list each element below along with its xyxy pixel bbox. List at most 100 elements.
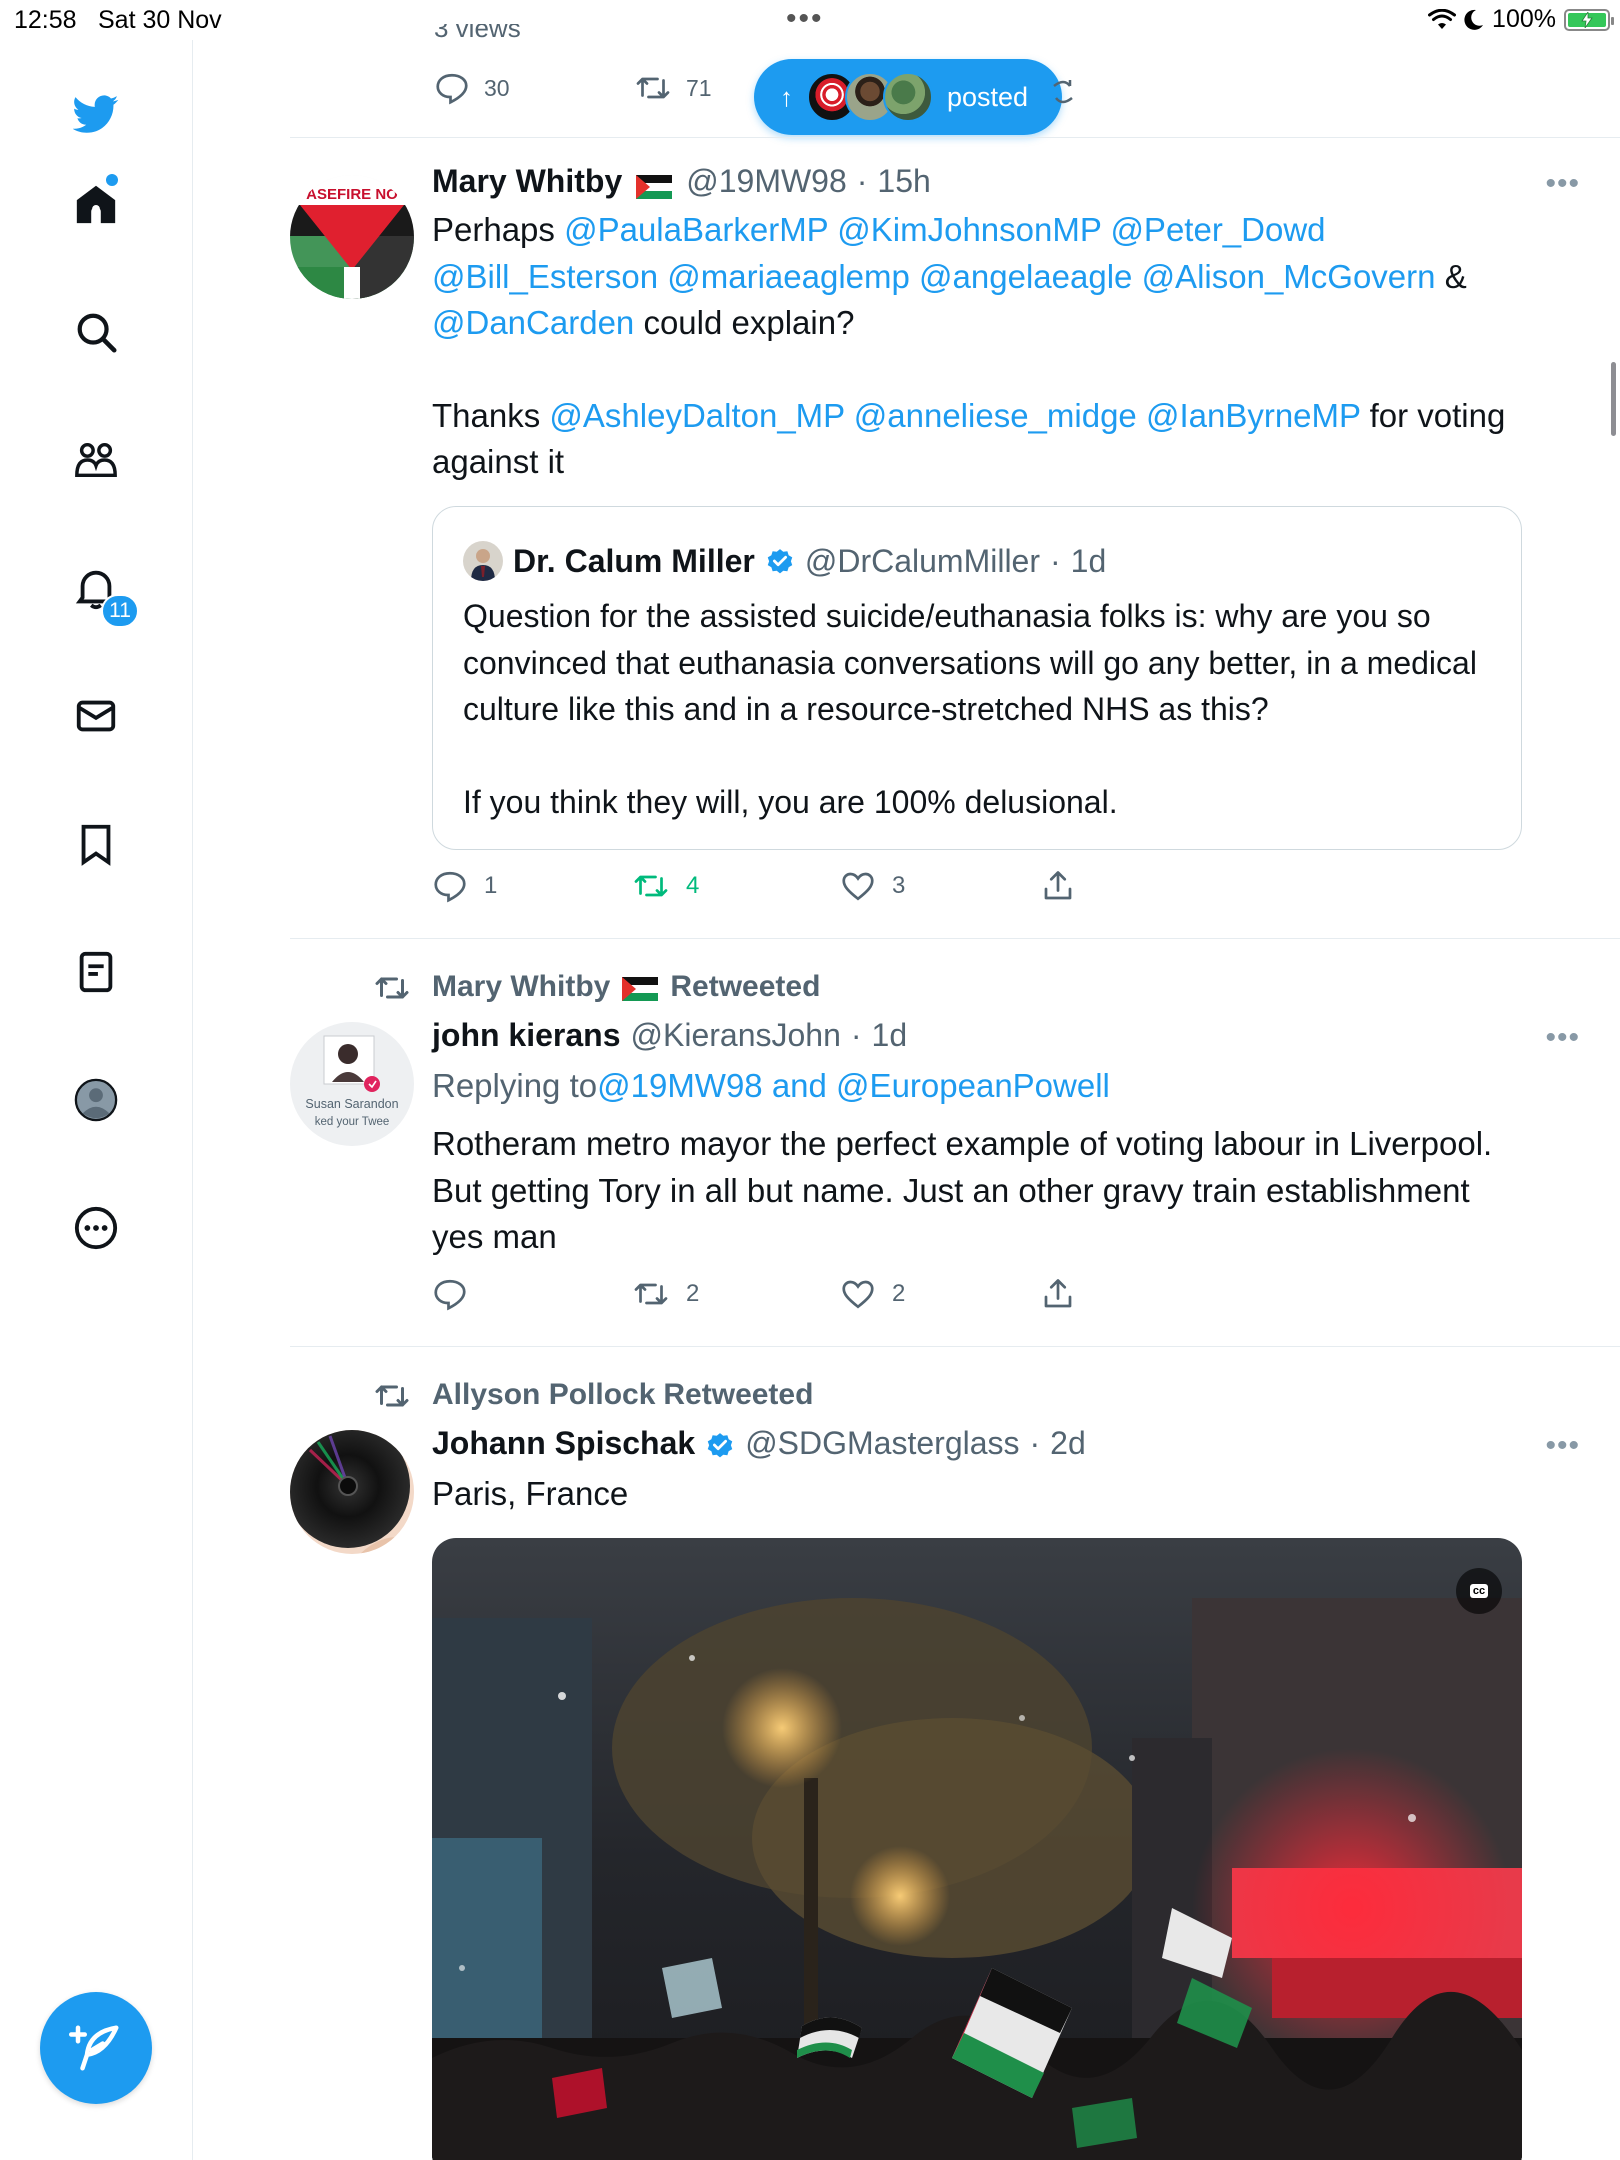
profile-icon[interactable] [70,1074,122,1126]
retweeted-icon [375,1385,409,1407]
home-icon[interactable] [70,178,122,230]
author-name[interactable]: john kierans [432,1017,621,1054]
mention-link[interactable]: @Bill_Esterson [432,258,658,295]
avatar-text: ASEFIRE NO [306,186,398,203]
more-options-icon[interactable]: ••• [1545,1021,1580,1055]
text-span: Perhaps [432,211,565,248]
author-handle[interactable]: @19MW98 [686,163,847,200]
quoted-tweet-time: 1d [1070,542,1107,579]
retweet-count: 71 [686,74,712,101]
retweet-button[interactable]: 71 [634,70,712,106]
reply-count: 30 [484,74,510,101]
retweeted-icon [375,977,409,999]
quoted-paragraph: If you think they will, you are 100% del… [463,783,1118,820]
reply-icon [434,1279,466,1311]
retweeted-by-line[interactable]: Allyson Pollock Retweeted [432,1378,813,1412]
quoted-avatar[interactable] [463,541,503,581]
share-button[interactable] [1040,1276,1076,1312]
heart-icon [842,872,874,901]
tweet-text: Paris, France [432,1475,629,1512]
sidebar-nav: 11 [0,40,193,2160]
mention-link[interactable]: @mariaeaglemp [667,258,910,295]
replying-to-line: Replying to @19MW98 and @EuropeanPowell [432,1067,1110,1105]
share-button[interactable] [1040,868,1076,904]
tweet-mary-whitby[interactable]: ASEFIRE NO Mary Whitby @19MW98 · 15h •••… [290,137,1620,937]
verified-badge-icon [705,1429,735,1459]
status-time: 12:58 [14,6,77,34]
tweet-actions: 2 2 [432,1276,1132,1316]
twitter-bird-icon[interactable] [70,88,122,140]
retweet-icon [634,875,668,897]
pill-avatar [883,72,933,122]
reply-icon [436,73,468,105]
more-icon[interactable] [70,1202,122,1254]
author-handle[interactable]: @KieransJohn [631,1017,841,1054]
author-name[interactable]: Mary Whitby [432,163,622,200]
mention-link[interactable]: @AshleyDalton_MP [549,397,844,434]
mention-link[interactable]: @IanByrneMP [1146,397,1360,434]
quoted-tweet[interactable]: Dr. Calum Miller @DrCalumMiller · 1d Que… [432,506,1522,850]
text-span: Thanks [432,396,550,434]
retweet-icon [636,77,670,99]
quoted-paragraph: Question for the assisted suicide/euthan… [463,598,1477,727]
mention-link[interactable]: @anneliese_midge [854,397,1137,434]
reply-count: 1 [484,872,498,899]
tweet-time[interactable]: 2d [1050,1425,1086,1462]
verified-badge-icon [765,546,795,576]
communities-icon[interactable] [70,434,122,486]
video-frame [432,1538,1522,2160]
heart-icon [842,1280,874,1309]
tweet-header: Johann Spischak @SDGMasterglass · 2d [432,1425,1086,1462]
retweeted-by-line[interactable]: Mary Whitby Retweeted [432,970,820,1004]
tweet-video[interactable]: cc [432,1538,1522,2160]
retweet-button[interactable]: 4 [632,868,699,904]
search-icon[interactable] [70,306,122,358]
avatar[interactable] [290,1430,414,1554]
palestine-flag-icon [622,975,659,1001]
retweeted-label: Retweeted [663,1378,814,1411]
separator-dot: · [850,1017,862,1053]
compose-tweet-button[interactable] [40,1992,152,2104]
mention-link[interactable]: @PaulaBarkerMP [564,211,828,248]
tweet-time[interactable]: 15h [877,163,930,200]
tweet-time[interactable]: 1d [872,1017,908,1054]
quoted-author-handle[interactable]: @DrCalumMiller [805,543,1040,580]
closed-captions-button[interactable]: cc [1456,1568,1502,1614]
avatar[interactable]: ASEFIRE NO [290,175,414,299]
author-handle[interactable]: @SDGMasterglass [745,1425,1019,1462]
mention-link[interactable]: @angelaeagle [919,258,1132,295]
mention-link[interactable]: @DanCarden [432,304,634,341]
mention-link[interactable]: @Peter_Dowd [1110,211,1325,248]
separator-dot: · [1050,542,1061,579]
retweet-button[interactable]: 2 [632,1276,699,1312]
author-name[interactable]: Johann Spischak [432,1425,695,1462]
replying-to-mentions[interactable]: @19MW98 and @EuropeanPowell [597,1067,1110,1105]
tweet-johann-spischak[interactable]: Allyson Pollock Retweeted Johann Spischa… [290,1346,1620,2160]
tweet-text: Rotheram metro mayor the perfect example… [432,1125,1493,1255]
reply-button[interactable] [432,1276,468,1312]
reply-button[interactable]: 30 [434,70,510,106]
mention-link[interactable]: @Alison_McGovern [1142,258,1436,295]
separator-dot: · [1029,1425,1041,1461]
quoted-author-name[interactable]: Dr. Calum Miller [513,543,755,580]
messages-icon[interactable] [70,690,122,742]
bookmarks-icon[interactable] [70,818,122,870]
replying-label: Replying to [432,1067,598,1104]
text-span: against it [432,443,565,480]
more-options-icon[interactable]: ••• [1545,167,1580,201]
text-span: could explain? [634,304,855,341]
tweet-text: Perhaps @PaulaBarkerMP @KimJohnsonMP @Pe… [432,207,1532,486]
mention-link[interactable]: @KimJohnsonMP [837,211,1101,248]
retweet-icon [634,1283,668,1305]
more-options-icon[interactable]: ••• [1545,1429,1580,1463]
avatar[interactable]: Susan Sarandon ked your Twee [290,1022,414,1146]
lists-icon[interactable] [70,946,122,998]
cc-label: cc [1469,1584,1489,1598]
reply-button[interactable]: 1 [432,868,497,904]
home-unread-dot [106,174,118,186]
tweet-john-kierans[interactable]: Mary Whitby Retweeted Susan Sarandon ked… [290,938,1620,1346]
new-posts-pill[interactable]: ↑ posted [754,59,1062,135]
like-button[interactable]: 3 [840,868,905,904]
like-button[interactable]: 2 [840,1276,905,1312]
arrow-up-icon: ↑ [780,81,793,112]
